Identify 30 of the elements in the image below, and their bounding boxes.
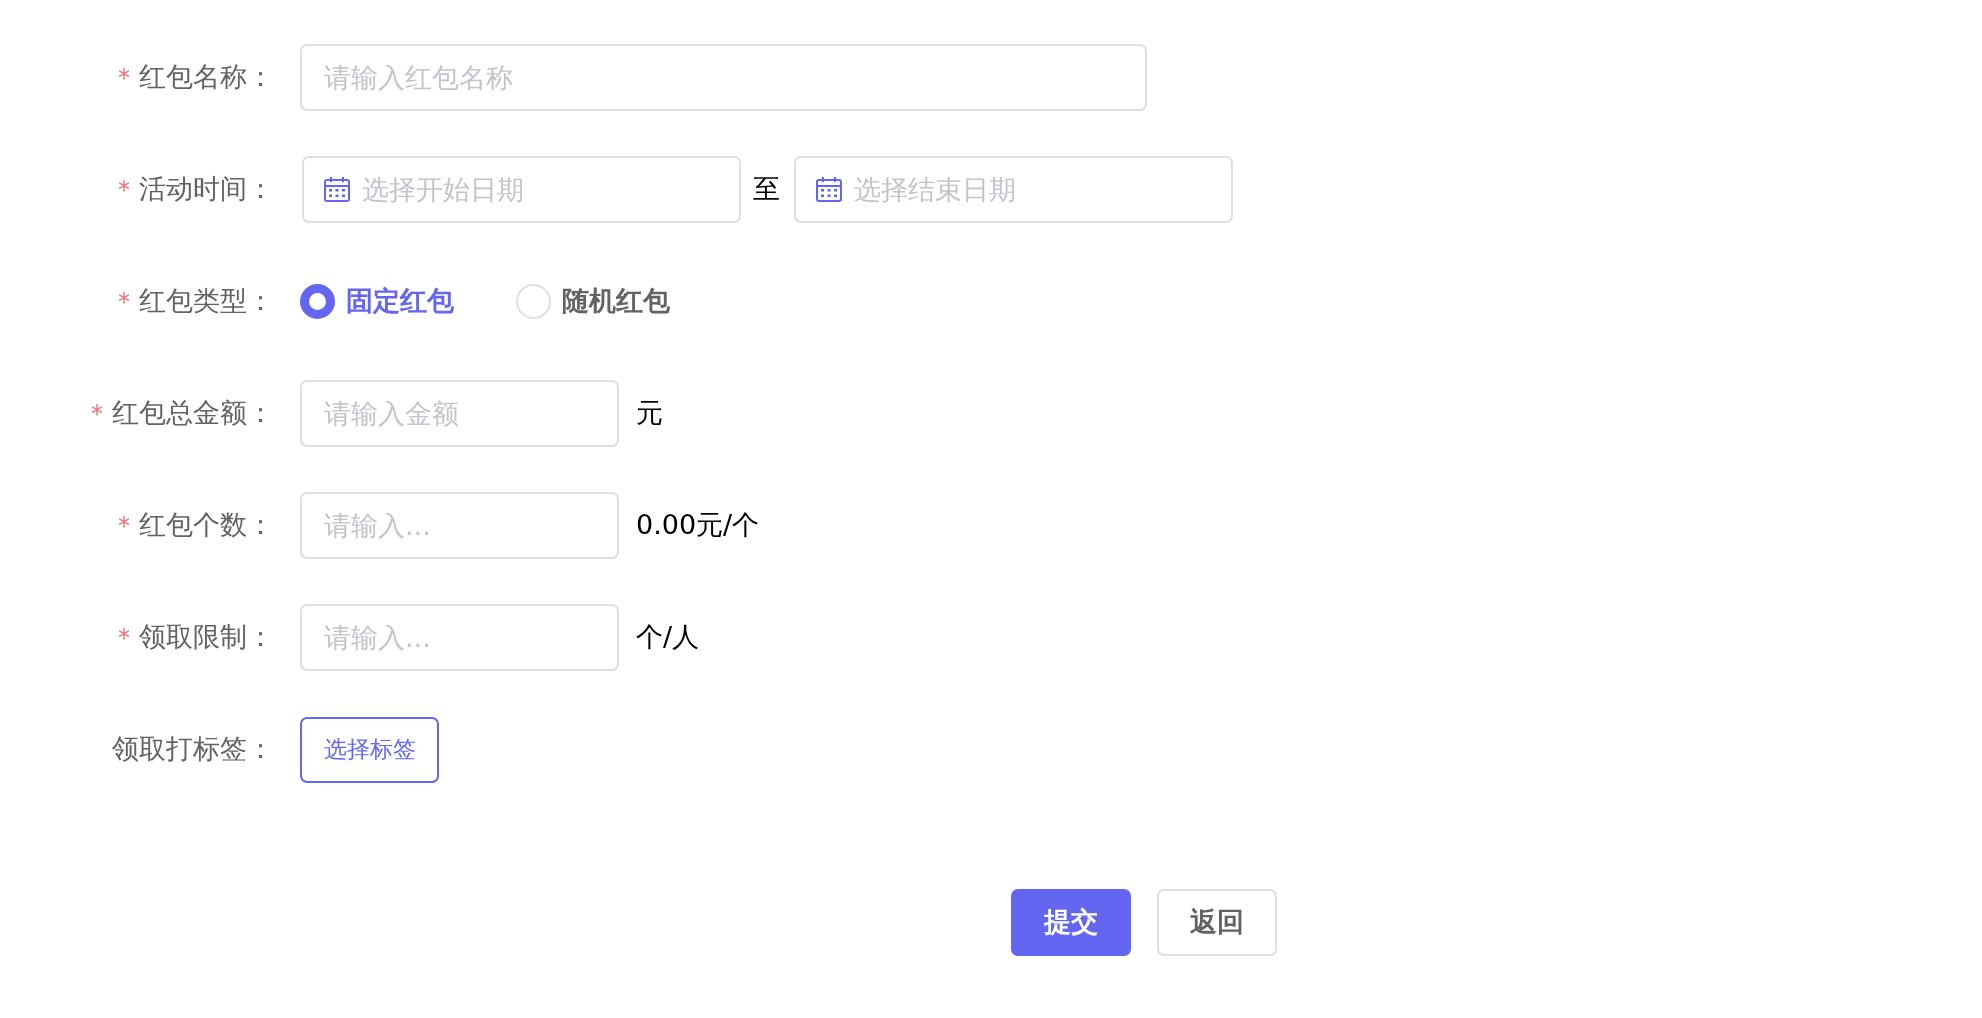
calendar-icon [816, 177, 842, 202]
date-input[interactable]: 选择开始日期 [302, 156, 741, 223]
select-tags-button[interactable]: 选择标签 [300, 716, 439, 783]
radio-option[interactable]: 随机红包 [516, 281, 670, 322]
calendar-icon [324, 177, 350, 202]
back-button[interactable]: 返回 [1157, 889, 1277, 956]
required-mark: * [91, 401, 103, 426]
field-label: 领取限制： [139, 620, 274, 655]
required-mark: * [118, 177, 130, 202]
unit-text: 元 [636, 396, 663, 431]
field-label: 红包类型： [139, 284, 274, 319]
number-input[interactable]: 请输入... [300, 492, 619, 559]
required-mark: * [118, 289, 130, 314]
unit-text: 0.00元/个 [636, 508, 760, 543]
required-mark: * [118, 625, 130, 650]
radio-option[interactable]: 固定红包 [300, 281, 454, 322]
required-mark: * [118, 65, 130, 90]
field-label: 领取打标签： [112, 732, 274, 767]
required-mark: * [118, 513, 130, 538]
field-label: 红包总金额： [112, 396, 274, 431]
unit-text: 个/人 [636, 620, 700, 655]
number-input[interactable]: 请输入金额 [300, 380, 619, 447]
submit-button[interactable]: 提交 [1011, 889, 1131, 956]
date-input[interactable]: 选择结束日期 [794, 156, 1233, 223]
field-label: 红包个数： [139, 508, 274, 543]
number-input[interactable]: 请输入... [300, 604, 619, 671]
range-separator: 至 [753, 172, 780, 207]
field-label: 红包名称： [139, 60, 274, 95]
field-label: 活动时间： [139, 172, 274, 207]
text-input[interactable]: 请输入红包名称 [300, 44, 1147, 111]
